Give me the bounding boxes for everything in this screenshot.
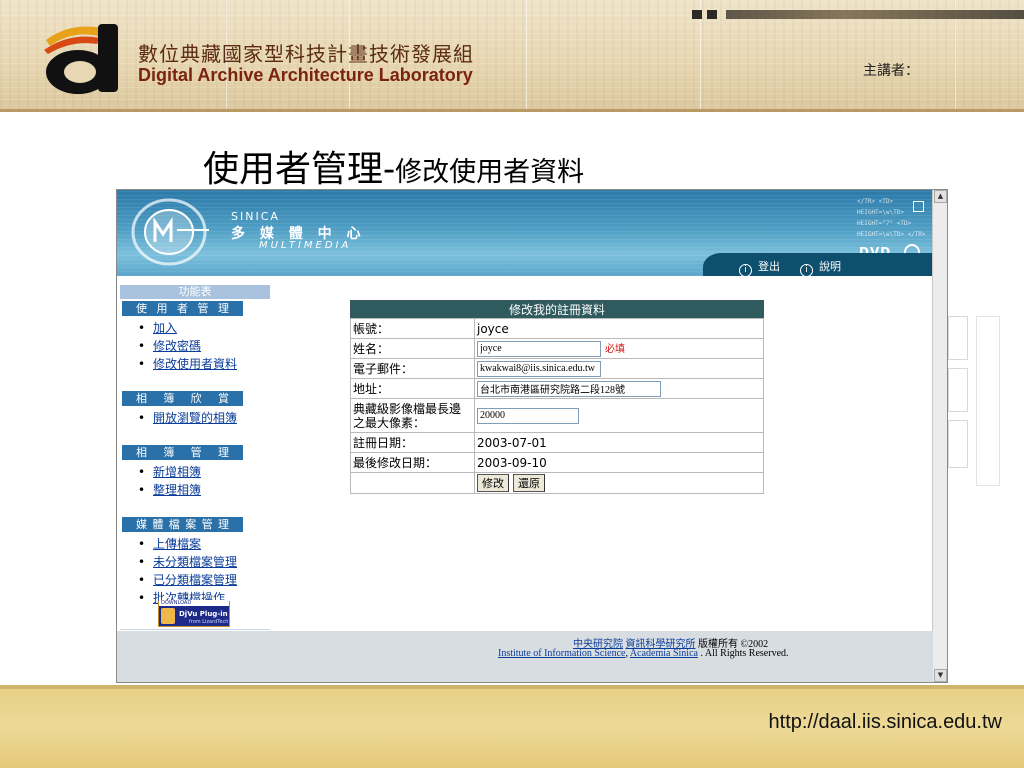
function-menu: 功能表 使用者管理 加入 修改密碼 修改使用者資料 相簿欣賞 開放瀏覽的相簿 相… [120, 285, 270, 629]
decorative-square [707, 10, 717, 19]
menu-section-media-files: 媒體檔案管理 [122, 517, 243, 532]
scroll-up-icon[interactable]: ▲ [934, 190, 947, 203]
decorative-square [692, 10, 702, 19]
decorative-panel [948, 420, 968, 468]
address-label: 地址： [350, 378, 475, 399]
slide-footer: http://daal.iis.sinica.edu.tw [0, 685, 1024, 768]
logout-label: 登出 [758, 260, 780, 273]
decorative-panel [948, 368, 968, 412]
plugin-from: from LizardTech [189, 619, 229, 625]
account-value: joyce [474, 318, 764, 339]
multimedia-center-logo [131, 198, 209, 266]
address-field[interactable] [477, 380, 661, 397]
site-header: SINICA 多 媒 體 中 心 MULTIMEDIA </TR> <TD> H… [117, 190, 933, 276]
modified-date-value: 2003-09-10 [474, 452, 764, 473]
menu-item-edit-user[interactable]: 修改使用者資料 [138, 355, 270, 373]
email-label: 電子郵件： [350, 358, 475, 379]
logout-button[interactable]: i 登出 [739, 258, 780, 276]
menu-item-public-albums[interactable]: 開放瀏覽的相簿 [138, 409, 270, 427]
submit-button[interactable]: 修改 [477, 474, 509, 492]
browser-screenshot: SINICA 多 媒 體 中 心 MULTIMEDIA </TR> <TD> H… [116, 189, 948, 683]
decorative-strip [726, 10, 1024, 19]
info-icon: i [739, 264, 752, 276]
menu-section-user-management: 使用者管理 [122, 301, 243, 316]
slide-title: 使用者管理-修改使用者資料 [203, 140, 584, 192]
form-heading: 修改我的註冊資料 [350, 300, 764, 319]
menu-item-new-album[interactable]: 新增相簿 [138, 463, 270, 481]
max-pixels-label: 典藏級影像檔最長邊之最大像素： [350, 398, 475, 433]
menu-item-unclassified[interactable]: 未分類檔案管理 [138, 553, 270, 571]
plugin-name: DjVu Plug-in [179, 610, 228, 618]
speaker-label: 主講者： [863, 63, 919, 79]
menu-item-change-password[interactable]: 修改密碼 [138, 337, 270, 355]
name-label: 姓名： [350, 338, 475, 359]
sinica-text: SINICA [231, 210, 280, 223]
djvu-plugin-download-button[interactable]: DOWNLOAD DjVu Plug-in from LizardTech [158, 600, 230, 627]
menu-item-classified[interactable]: 已分類檔案管理 [138, 571, 270, 589]
help-label: 說明 [819, 260, 841, 273]
required-note: 必填 [605, 344, 625, 356]
footer-url: http://daal.iis.sinica.edu.tw [768, 711, 1002, 733]
title-main: 使用者管理- [203, 149, 396, 190]
plugin-icon [161, 608, 175, 624]
menu-item-organize-album[interactable]: 整理相簿 [138, 481, 270, 499]
info-icon: i [800, 264, 813, 276]
separator: , [625, 648, 628, 659]
account-label: 帳號： [350, 318, 475, 339]
window-box-icon [913, 201, 924, 212]
max-pixels-field[interactable] [477, 407, 579, 424]
iis-en-link[interactable]: Institute of Information Science [498, 648, 625, 659]
reset-button[interactable]: 還原 [513, 474, 545, 492]
edit-registration-form: 修改我的註冊資料 帳號： joyce 姓名： 必填 電子郵件： 地址： 典藏級影… [350, 300, 764, 494]
title-sub: 修改使用者資料 [395, 157, 585, 188]
registered-date-value: 2003-07-01 [474, 432, 764, 453]
registered-date-label: 註冊日期： [350, 432, 475, 453]
download-label: DOWNLOAD [159, 600, 229, 606]
slide-header-banner: 數位典藏國家型科技計畫技術發展組 Digital Archive Archite… [0, 0, 1024, 112]
email-field[interactable] [477, 360, 601, 377]
menu-item-upload[interactable]: 上傳檔案 [138, 535, 270, 553]
multimedia-center-en: MULTIMEDIA [259, 240, 352, 251]
help-button[interactable]: i 說明 [800, 258, 841, 276]
org-name-zh: 數位典藏國家型科技計畫技術發展組 [138, 42, 474, 66]
menu-section-album-view: 相簿欣賞 [122, 391, 243, 406]
menu-section-album-management: 相簿管理 [122, 445, 243, 460]
academia-sinica-en-link[interactable]: Academia Sinica [630, 648, 698, 659]
name-field[interactable] [477, 340, 601, 357]
scroll-down-icon[interactable]: ▼ [934, 669, 947, 682]
daal-logo [44, 24, 118, 94]
decorative-panel [976, 316, 1000, 486]
site-footer: 中央研究院 資訊科學研究所 版權所有 ©2002 Institute of In… [117, 631, 933, 682]
modified-date-label: 最後修改日期： [350, 452, 475, 473]
vertical-scrollbar[interactable]: ▲ ▼ [932, 190, 947, 682]
menu-item-join[interactable]: 加入 [138, 319, 270, 337]
menu-heading: 功能表 [120, 285, 270, 299]
org-name-en: Digital Archive Architecture Laboratory [138, 65, 473, 85]
rights-reserved-en: . All Rights Reserved. [700, 648, 789, 659]
decorative-panel [948, 316, 968, 360]
